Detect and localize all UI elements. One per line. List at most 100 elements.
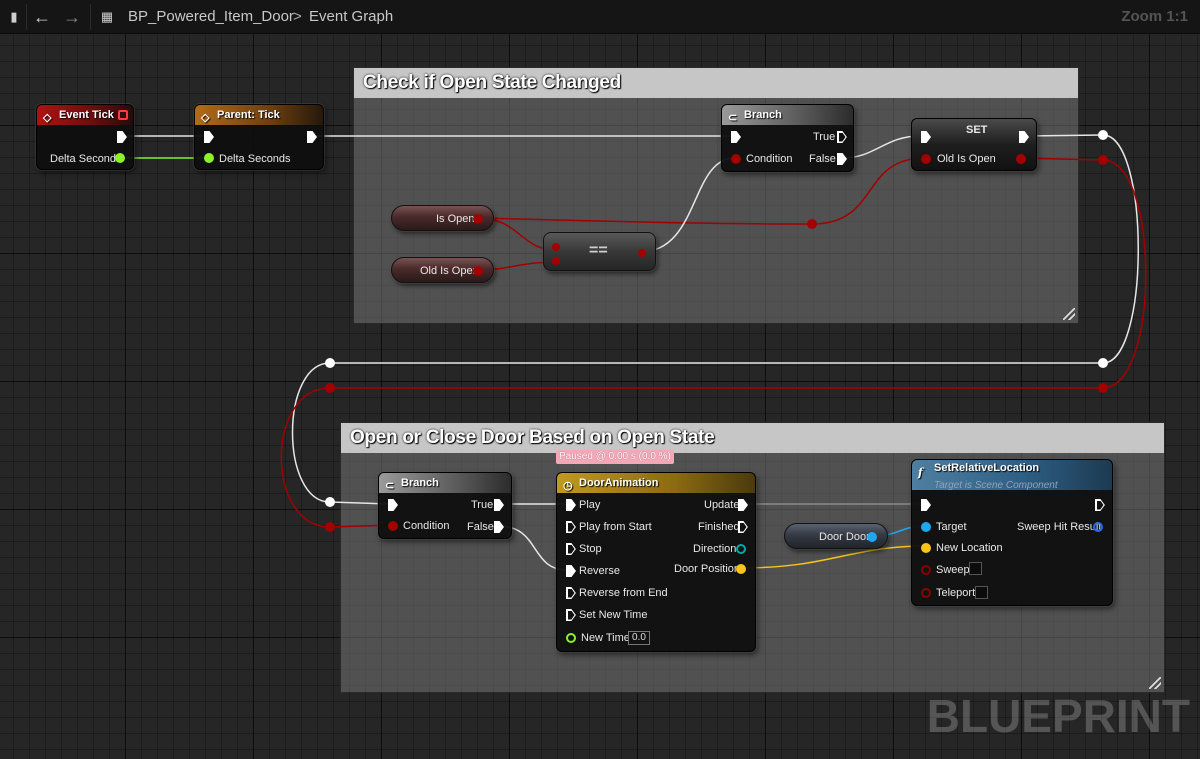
exec-out-pin[interactable] — [117, 131, 127, 143]
reroute-node[interactable] — [325, 497, 335, 507]
node-header: f SetRelativeLocation Target is Scene Co… — [912, 460, 1112, 491]
new-time-input[interactable]: 0.0 — [628, 631, 650, 645]
float-out-pin[interactable] — [115, 153, 125, 163]
float-in-pin[interactable] — [566, 633, 576, 643]
exec-true-pin[interactable] — [494, 499, 504, 511]
exec-in-pin[interactable] — [921, 131, 931, 143]
bool-out-pin[interactable] — [638, 249, 646, 257]
set-relative-location-node[interactable]: f SetRelativeLocation Target is Scene Co… — [911, 459, 1113, 606]
pin-label: Play from Start — [579, 521, 652, 533]
pin-label: Reverse from End — [579, 587, 668, 599]
exec-in-pin[interactable] — [731, 131, 741, 143]
bool-in-pin[interactable] — [731, 154, 741, 164]
exec-in-pin[interactable] — [566, 609, 576, 621]
exec-out-pin[interactable] — [1095, 499, 1105, 511]
pin-label: Condition — [746, 153, 793, 165]
exec-out-pin[interactable] — [738, 499, 748, 511]
exec-in-pin[interactable] — [566, 543, 576, 555]
event-tick-node[interactable]: ◇ Event Tick Delta Seconds — [36, 104, 134, 170]
pin-label: New Time — [581, 632, 630, 644]
reroute-node[interactable] — [807, 219, 817, 229]
blueprint-watermark: BLUEPRINT — [926, 690, 1190, 742]
variable-label: Is Open — [436, 213, 475, 225]
pin-label: Play — [579, 499, 601, 511]
node-title: Event Tick — [59, 109, 114, 121]
node-title: Branch — [401, 477, 439, 489]
equal-compare-node[interactable]: == — [543, 232, 656, 271]
reroute-node[interactable] — [1098, 383, 1108, 393]
reroute-node[interactable] — [325, 522, 335, 532]
node-title: Branch — [744, 109, 782, 121]
variable-label: Door Door — [819, 531, 870, 543]
compare-operator: == — [589, 242, 608, 259]
bool-in-pin[interactable] — [552, 257, 560, 265]
teleport-checkbox[interactable] — [975, 586, 988, 599]
sweep-checkbox[interactable] — [969, 562, 982, 575]
object-in-pin[interactable] — [921, 522, 931, 532]
vector-in-pin[interactable] — [921, 543, 931, 553]
pin-label: Update — [704, 499, 740, 511]
bool-in-pin[interactable] — [388, 521, 398, 531]
exec-in-pin[interactable] — [566, 499, 576, 511]
exec-out-pin[interactable] — [307, 131, 317, 143]
exec-in-pin[interactable] — [388, 499, 398, 511]
bool-out-pin[interactable] — [473, 214, 483, 224]
branch-icon: ⊂ — [728, 112, 738, 124]
is-open-variable[interactable]: Is Open — [391, 205, 494, 231]
exec-in-pin[interactable] — [566, 565, 576, 577]
exec-wire — [291, 362, 331, 503]
node-title: DoorAnimation — [579, 477, 659, 489]
pin-label: New Location — [936, 542, 1003, 554]
pin-label: Delta Seconds — [50, 153, 122, 165]
exec-out-pin[interactable] — [738, 521, 748, 533]
exec-false-pin[interactable] — [494, 521, 504, 533]
object-out-pin[interactable] — [867, 532, 877, 542]
bool-wire — [1102, 159, 1147, 389]
reroute-node[interactable] — [1098, 358, 1108, 368]
exec-out-pin[interactable] — [1019, 131, 1029, 143]
pin-label: Teleport — [936, 587, 976, 599]
set-variable-node[interactable]: SET Old Is Open — [911, 118, 1037, 171]
door-variable[interactable]: Door Door — [784, 523, 888, 549]
exec-true-pin[interactable] — [837, 131, 847, 143]
function-diamond-icon: ◇ — [201, 112, 210, 124]
node-title: Parent: Tick — [217, 109, 280, 121]
node-title: SetRelativeLocation — [934, 462, 1040, 474]
bool-in-pin[interactable] — [921, 588, 931, 598]
reroute-node[interactable] — [325, 383, 335, 393]
node-header: ◇ Event Tick — [37, 105, 133, 125]
enum-out-pin[interactable] — [736, 544, 746, 554]
exec-in-pin[interactable] — [566, 587, 576, 599]
exec-in-pin[interactable] — [921, 499, 931, 511]
exec-false-pin[interactable] — [837, 153, 847, 165]
branch-node[interactable]: ⊂ Branch True Condition False — [721, 104, 854, 172]
branch-node[interactable]: ⊂ Branch True Condition False — [378, 472, 512, 539]
reroute-node[interactable] — [325, 358, 335, 368]
bool-in-pin[interactable] — [552, 243, 560, 251]
struct-out-pin[interactable] — [1093, 522, 1103, 532]
clock-icon: ◷ — [563, 480, 573, 492]
float-out-pin[interactable] — [736, 564, 746, 574]
old-is-open-variable[interactable]: Old Is Open — [391, 257, 494, 283]
bool-in-pin[interactable] — [921, 565, 931, 575]
bool-out-pin[interactable] — [1016, 154, 1026, 164]
bool-wire — [476, 217, 813, 225]
exec-in-pin[interactable] — [566, 521, 576, 533]
bool-in-pin[interactable] — [921, 154, 931, 164]
pin-label: True — [813, 131, 836, 143]
reroute-node[interactable] — [1098, 130, 1108, 140]
float-in-pin[interactable] — [204, 153, 214, 163]
pin-label: Target — [936, 521, 967, 533]
branch-icon: ⊂ — [385, 480, 395, 492]
event-delegate-pin-icon[interactable] — [118, 110, 128, 120]
exec-wire — [842, 135, 921, 159]
pin-label: True — [471, 499, 494, 511]
parent-tick-node[interactable]: ◇ Parent: Tick Delta Seconds — [194, 104, 324, 170]
reroute-node[interactable] — [1098, 155, 1108, 165]
node-title: SET — [966, 124, 988, 136]
pin-label: Sweep Hit Result — [1017, 521, 1102, 533]
variable-label: Old Is Open — [420, 265, 479, 277]
exec-in-pin[interactable] — [204, 131, 214, 143]
bool-out-pin[interactable] — [473, 266, 483, 276]
timeline-node-door-animation[interactable]: ◷ DoorAnimation Play Play from Start Sto… — [556, 472, 756, 652]
